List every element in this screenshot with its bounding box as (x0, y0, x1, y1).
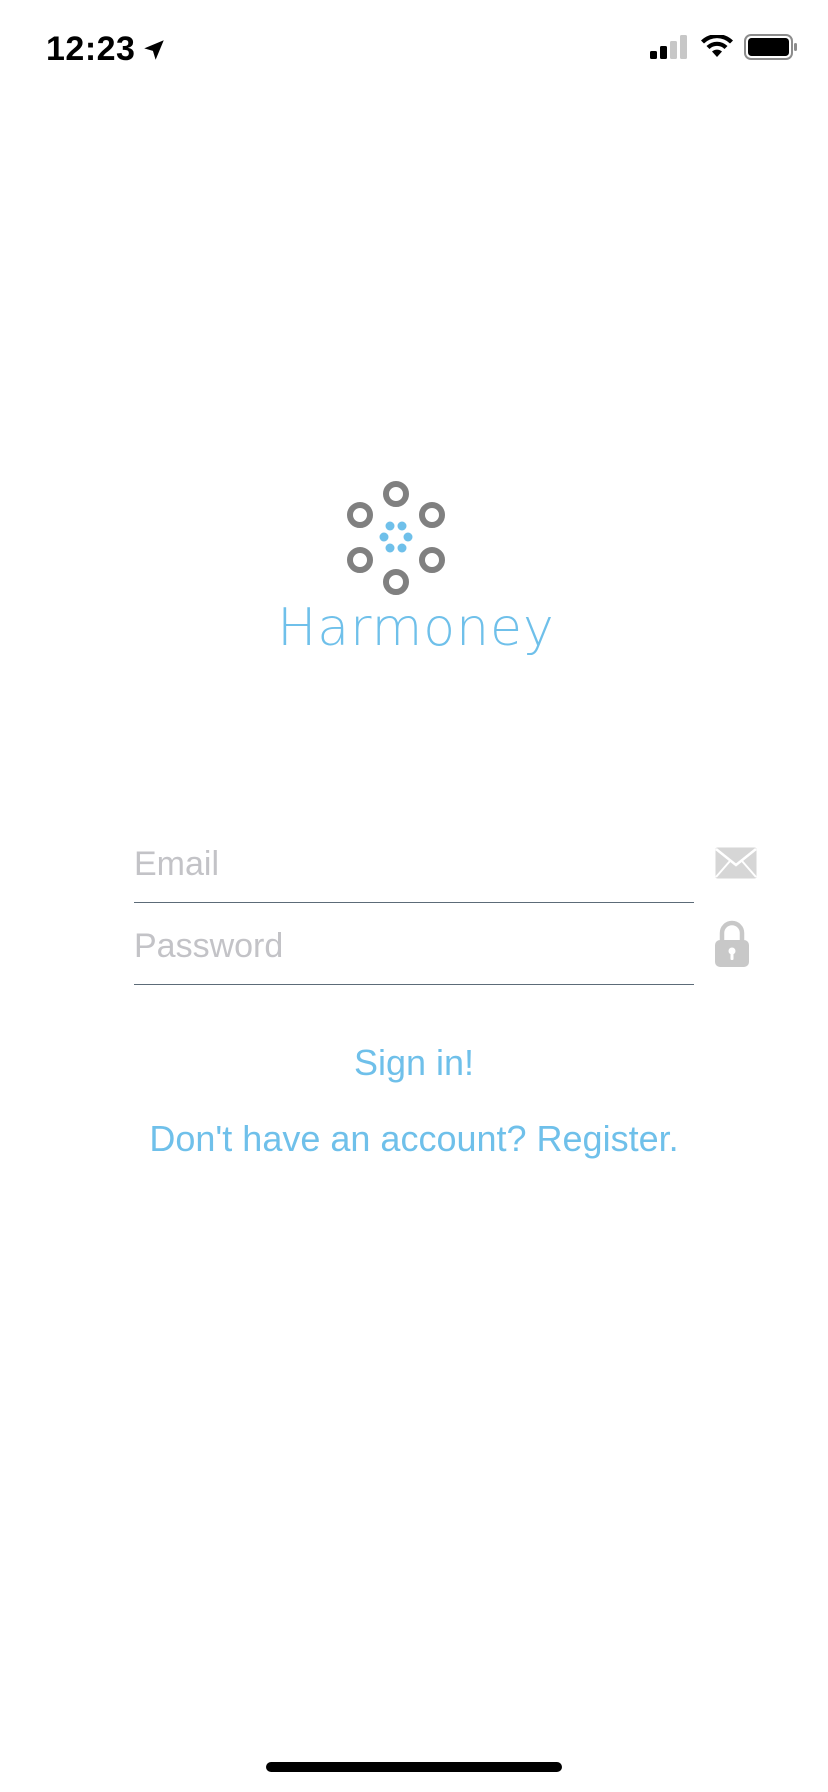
logo: Harmoney (0, 480, 828, 670)
harmoney-logo-icon (347, 481, 445, 595)
home-indicator[interactable] (266, 1762, 562, 1772)
lock-icon (715, 920, 749, 967)
email-field[interactable] (134, 822, 694, 903)
sign-in-button[interactable]: Sign in! (0, 1042, 828, 1084)
logo-text: Harmoney (277, 598, 555, 658)
password-field[interactable] (134, 904, 694, 985)
cellular-signal-icon (650, 35, 687, 59)
email-input[interactable] (134, 845, 674, 884)
battery-icon (744, 34, 797, 60)
location-arrow-icon (144, 39, 165, 60)
status-bar: 12:23 (0, 0, 828, 100)
status-time-group: 12:23 (46, 30, 167, 69)
password-input[interactable] (134, 927, 674, 966)
wifi-icon (701, 35, 733, 57)
envelope-icon (715, 847, 757, 879)
status-time: 12:23 (46, 30, 136, 68)
register-link[interactable]: Don't have an account? Register. (0, 1118, 828, 1160)
status-indicators (650, 34, 798, 60)
